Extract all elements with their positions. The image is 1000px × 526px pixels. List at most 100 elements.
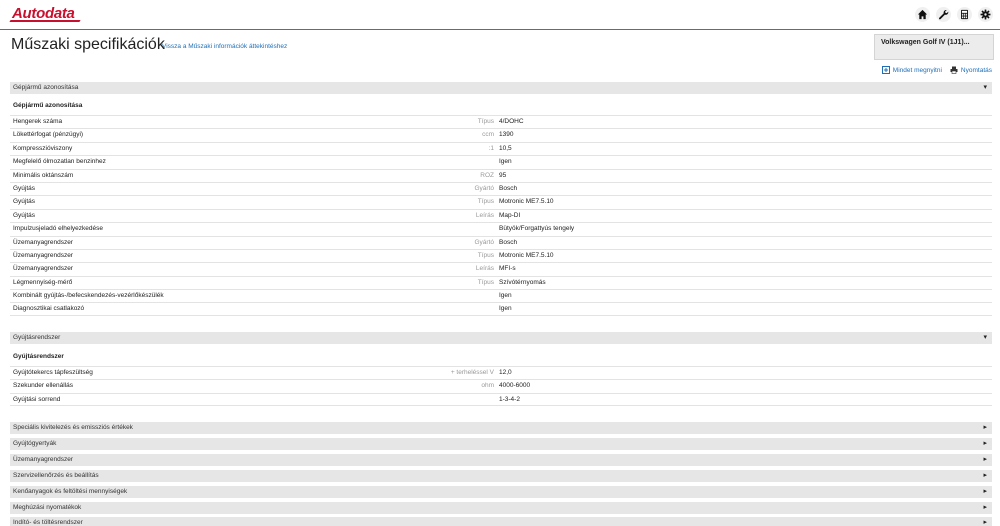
show-all-label: Mindet megnyitni <box>892 66 942 74</box>
wrench-icon[interactable] <box>936 7 951 22</box>
section-bar-vehicle-id[interactable]: Gépjármű azonosítása ▾ <box>10 82 992 94</box>
table-row: Üzemanyagrendszer Típus Motronic ME7.5.10 <box>10 248 992 262</box>
spec-name: Üzemanyagrendszer <box>13 251 73 259</box>
chevron-right-icon: ▸ <box>983 488 987 495</box>
spec-unit: ccm <box>482 131 494 139</box>
calculator-icon[interactable] <box>957 7 972 22</box>
spec-value: Szívótérnyomás <box>499 278 546 286</box>
show-all-button[interactable]: Mindet megnyitni <box>881 66 942 74</box>
section-title: Gépjármű azonosítása <box>13 84 79 91</box>
spec-unit: Típus <box>477 278 494 286</box>
home-icon[interactable] <box>915 7 930 22</box>
page-title: Műszaki specifikációk <box>11 36 165 53</box>
section-bar-starting-charging[interactable]: Indító- és töltésrendszer ▸ <box>10 517 992 526</box>
table-row: Légmennyiség-mérő Típus Szívótérnyomás <box>10 275 992 289</box>
table-row: Gyújtási sorrend 1-3-4-2 <box>10 392 992 407</box>
chevron-right-icon: ▸ <box>983 440 987 447</box>
spec-name: Kompresszióviszony <box>13 144 73 152</box>
spec-unit: + terheléssel V <box>450 369 494 376</box>
spec-value: 4000-6000 <box>499 382 531 390</box>
spec-name: Lökettérfogat (pénzügyi) <box>13 131 84 139</box>
section-subheading: Gépjármű azonosítása <box>13 102 83 109</box>
spec-value: Map-DI <box>499 211 521 219</box>
table-row: Kompresszióviszony :1 10,5 <box>10 141 992 155</box>
spec-value: 12,0 <box>499 369 512 376</box>
table-row: Üzemanyagrendszer Gyártó Bosch <box>10 235 992 249</box>
spec-value: Motronic ME7.5.10 <box>499 251 554 259</box>
spec-name: Üzemanyagrendszer <box>13 238 73 246</box>
spec-value: Igen <box>499 305 512 313</box>
chevron-right-icon: ▸ <box>983 424 987 431</box>
spec-unit: ohm <box>481 382 494 390</box>
spec-name: Üzemanyagrendszer <box>13 265 73 273</box>
spec-value: 10,5 <box>499 144 512 152</box>
chevron-right-icon: ▸ <box>983 472 987 479</box>
spec-name: Gyújtási sorrend <box>13 395 61 403</box>
section-title: Gyújtógyertyák <box>13 440 57 447</box>
spec-value: Motronic ME7.5.10 <box>499 198 554 206</box>
section-bar-torque[interactable]: Meghúzási nyomatékok ▸ <box>10 502 992 514</box>
table-row: Hengerek száma Típus 4/DOHC <box>10 115 992 128</box>
table-row: Diagnosztikai csatlakozó Igen <box>10 302 992 316</box>
print-label: Nyomtatás <box>960 66 992 74</box>
section-title: Üzemanyagrendszer <box>13 456 73 463</box>
table-row: Minimális oktánszám ROZ 95 <box>10 168 992 182</box>
spec-name: Kombinált gyújtás-/befecskendezés-vezérl… <box>13 292 164 300</box>
section-title: Meghúzási nyomatékok <box>13 504 82 511</box>
page-actions: Mindet megnyitni Nyomtatás <box>881 66 992 74</box>
spec-name: Szekunder ellenállás <box>13 382 73 390</box>
table-row: Kombinált gyújtás-/befecskendezés-vezérl… <box>10 289 992 302</box>
spec-value: Igen <box>499 158 512 166</box>
spec-unit: Leírás <box>475 211 494 219</box>
section-bar-service-checks[interactable]: Szervizellenőrzés és beállítás ▸ <box>10 470 992 482</box>
spec-value: 1390 <box>499 131 514 139</box>
table-row: Impulzusjeladó elhelyezkedése Bütyök/Forg… <box>10 222 992 235</box>
spec-unit: Gyártó <box>474 238 494 246</box>
section-title: Szervizellenőrzés és beállítás <box>13 472 99 479</box>
section-bar-lubricants[interactable]: Kenőanyagok és feltöltési mennyiségek ▸ <box>10 486 992 498</box>
spec-unit: Típus <box>477 251 494 259</box>
section-bar-special-emission[interactable]: Speciális kivitelezés és emissziós érték… <box>10 422 992 434</box>
table-row: Gyújtótekercs tápfeszültség + terheléssel… <box>10 366 992 379</box>
spec-name: Minimális oktánszám <box>13 171 74 179</box>
section-title: Gyújtásrendszer <box>13 334 61 341</box>
top-icons <box>915 7 993 22</box>
section-title: Speciális kivitelezés és emissziós érték… <box>13 424 133 431</box>
spec-value: Bütyök/Forgattyús tengely <box>499 225 575 233</box>
vehicle-selector[interactable]: Volkswagen Golf IV (1J1)... <box>874 34 994 60</box>
spec-value: Bosch <box>499 184 518 192</box>
spec-value: 1-3-4-2 <box>499 395 520 403</box>
spec-table-vehicle-id: Hengerek száma Típus 4/DOHC Lökettérfogat … <box>10 115 992 316</box>
back-to-overview-link[interactable]: Vissza a Műszaki információk áttekintésh… <box>162 43 287 50</box>
spec-name: Légmennyiség-mérő <box>13 278 73 286</box>
table-row: Gyújtás Típus Motronic ME7.5.10 <box>10 195 992 208</box>
spec-value: 4/DOHC <box>499 118 524 125</box>
spec-value: 95 <box>499 171 507 179</box>
expand-icon <box>881 66 890 74</box>
chevron-down-icon: ▾ <box>983 84 987 91</box>
spec-table-ignition: Gyújtótekercs tápfeszültség + terheléssel… <box>10 366 992 407</box>
table-row: Üzemanyagrendszer Leírás MFI-s <box>10 262 992 275</box>
print-button[interactable]: Nyomtatás <box>950 66 992 74</box>
spec-name: Gyújtótekercs tápfeszültség <box>13 369 93 376</box>
table-row: Lökettérfogat (pénzügyi) ccm 1390 <box>10 128 992 141</box>
spec-name: Diagnosztikai csatlakozó <box>13 305 85 313</box>
logo-swoosh <box>9 20 81 22</box>
spec-unit: Leírás <box>475 265 494 273</box>
section-bar-spark-plugs[interactable]: Gyújtógyertyák ▸ <box>10 438 992 450</box>
spec-unit: Típus <box>477 198 494 206</box>
gear-icon[interactable] <box>978 7 993 22</box>
section-bar-ignition[interactable]: Gyújtásrendszer ▾ <box>10 332 992 344</box>
spec-value: Bosch <box>499 238 518 246</box>
spec-name: Megfelelő ólmozatlan benzinhez <box>13 158 106 166</box>
spec-name: Hengerek száma <box>13 118 63 125</box>
printer-icon <box>950 66 958 74</box>
spec-unit: :1 <box>488 144 494 152</box>
table-row: Megfelelő ólmozatlan benzinhez Igen <box>10 155 992 168</box>
spec-unit: Gyártó <box>474 184 494 192</box>
spec-unit: Típus <box>477 118 494 125</box>
spec-unit: ROZ <box>480 171 494 179</box>
section-title: Indító- és töltésrendszer <box>13 519 83 526</box>
spec-name: Gyújtás <box>13 211 36 219</box>
section-bar-fuel-system[interactable]: Üzemanyagrendszer ▸ <box>10 454 992 466</box>
